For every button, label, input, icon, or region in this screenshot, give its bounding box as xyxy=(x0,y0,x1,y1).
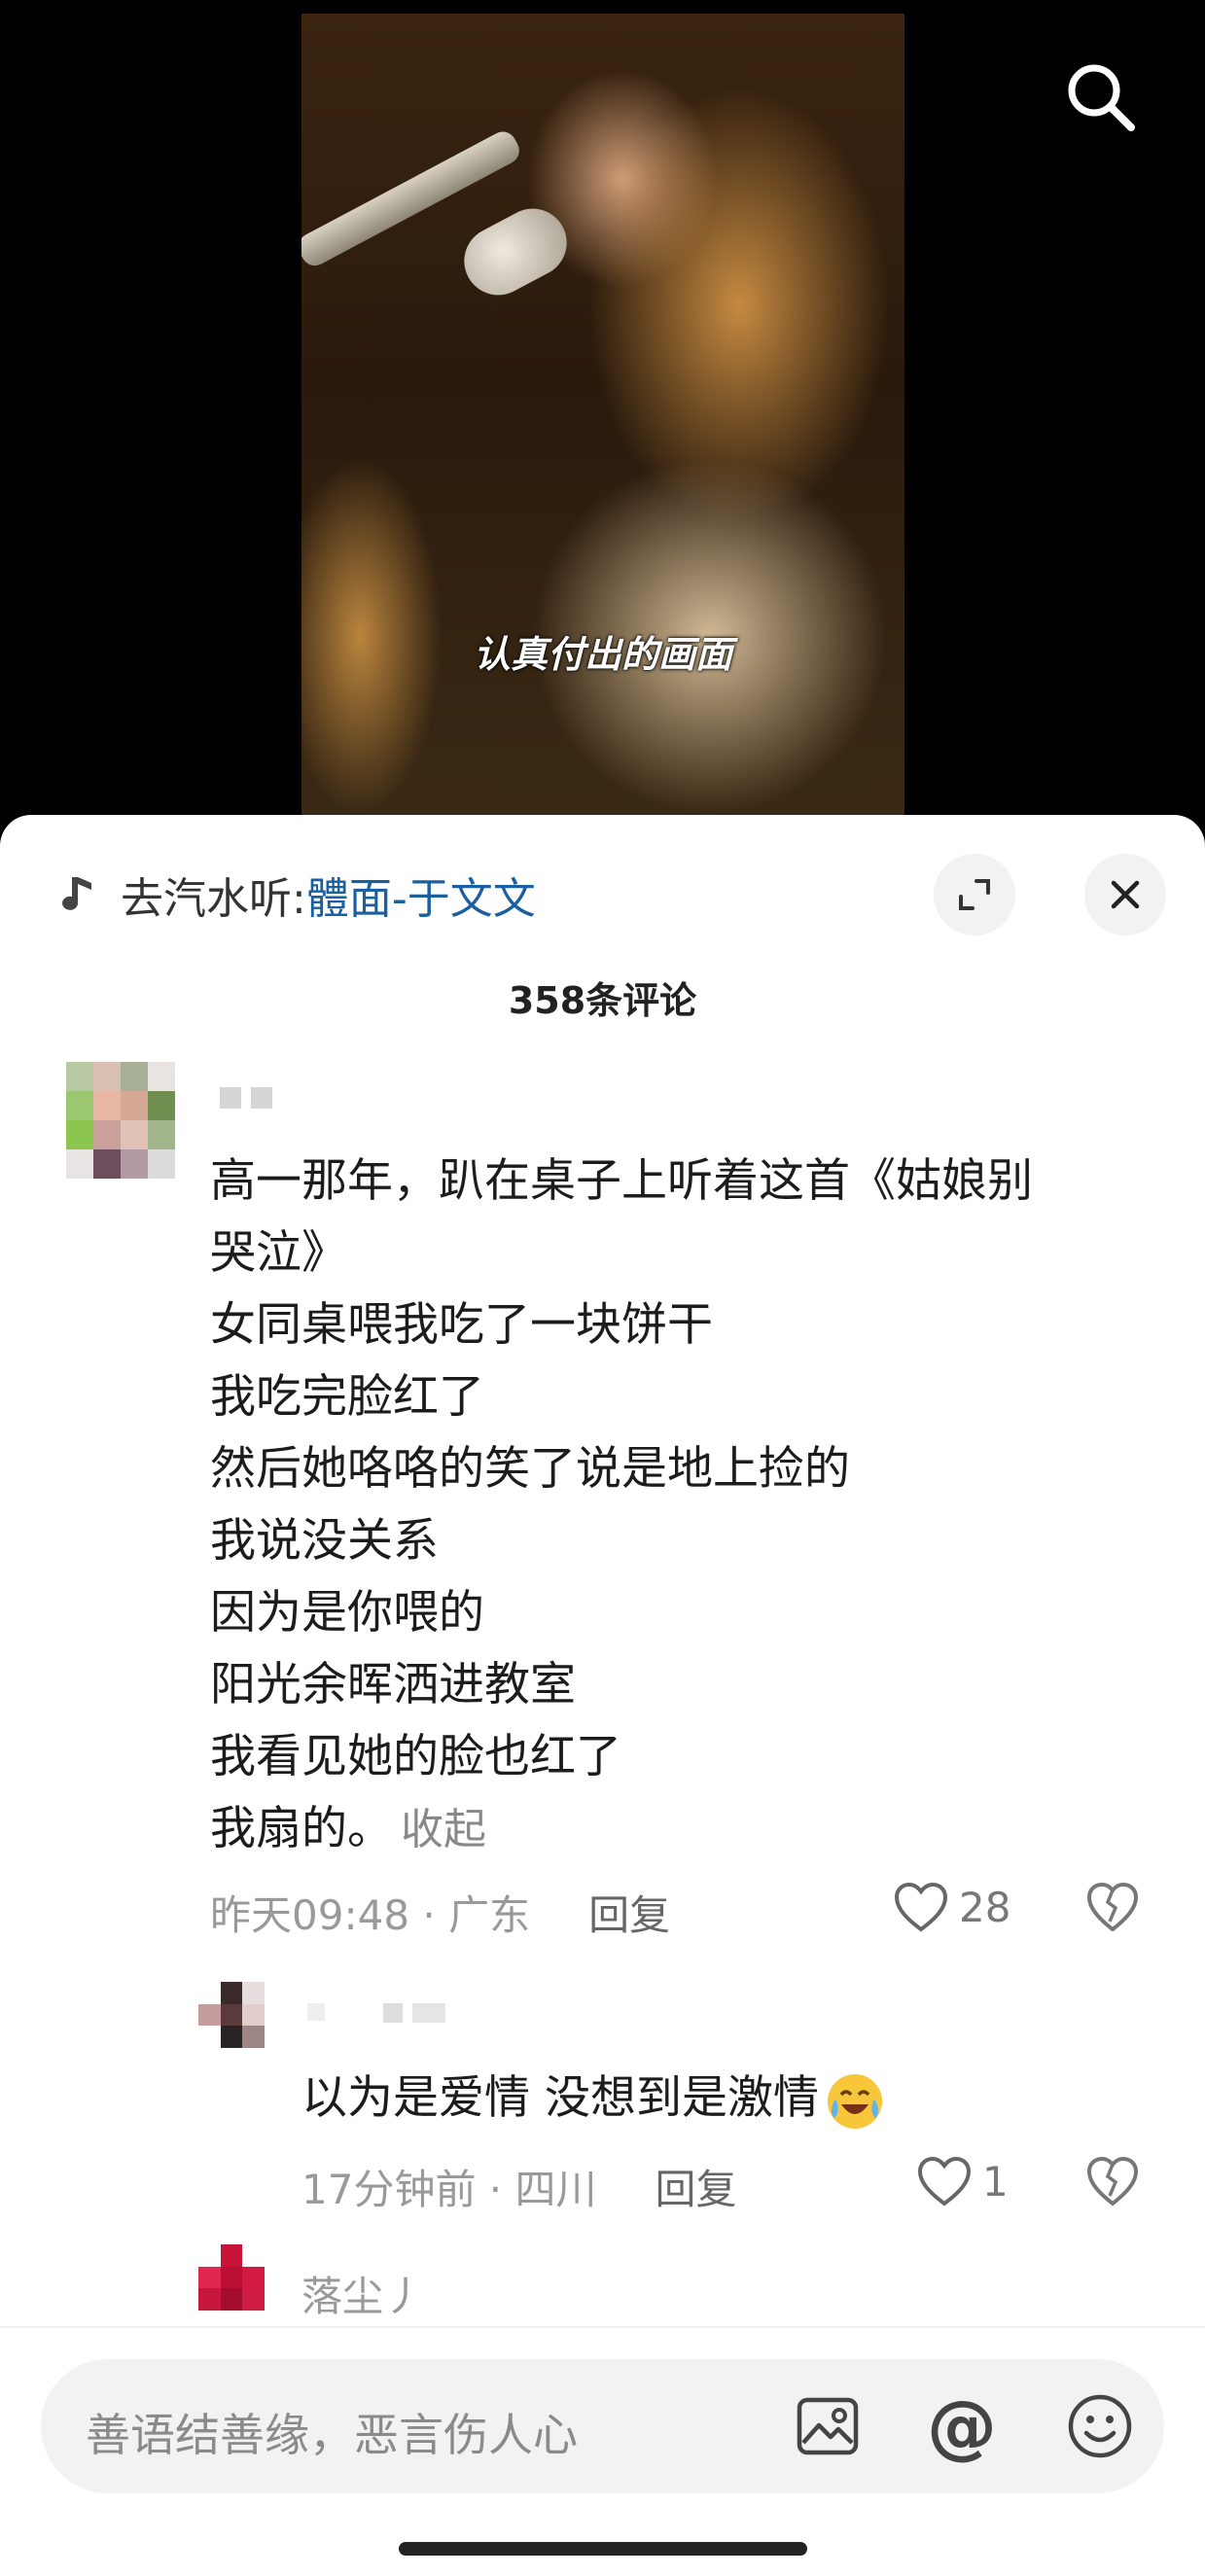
reply-button[interactable]: 回复 xyxy=(588,1883,670,1942)
comment-count-title: 358条评论 xyxy=(508,979,697,1022)
comment-time-location: 昨天09:48 · 广东 xyxy=(210,1891,531,1939)
reply-avatar[interactable] xyxy=(198,1982,265,2048)
image-button[interactable] xyxy=(790,2388,866,2464)
reply-meta: 17分钟前 · 四川 回复 xyxy=(301,2157,737,2216)
heart-icon xyxy=(894,1882,948,1932)
input-placeholder: 善语结善缘，恶言伤人心 xyxy=(86,2409,578,2461)
avatar[interactable] xyxy=(66,1062,175,1179)
dislike-button[interactable] xyxy=(1085,1881,1140,1937)
crying-laughing-emoji-icon xyxy=(827,2073,882,2129)
image-icon xyxy=(797,2397,859,2455)
music-link-row[interactable]: 去汽水听: 體面-于文文 xyxy=(58,865,536,924)
expand-button[interactable] xyxy=(934,854,1015,935)
microphone xyxy=(452,196,579,307)
masked-username[interactable] xyxy=(220,1087,272,1109)
comment-input[interactable]: 善语结善缘，恶言伤人心 @ xyxy=(41,2359,1164,2493)
like-count: 28 xyxy=(959,1883,1011,1931)
reply-body: 以为是爱情 没想到是激情 xyxy=(301,2071,819,2125)
reply-button[interactable]: 回复 xyxy=(656,2157,737,2216)
dislike-button[interactable] xyxy=(1085,2155,1140,2211)
music-note-icon xyxy=(62,877,91,910)
heart-icon xyxy=(917,2156,972,2206)
song-link[interactable]: 體面-于文文 xyxy=(306,864,536,926)
masked-username[interactable] xyxy=(307,2003,445,2023)
search-button[interactable] xyxy=(1060,56,1142,138)
reply-author-name[interactable]: 落尘丿 xyxy=(301,2264,424,2323)
close-button[interactable] xyxy=(1084,854,1166,935)
video-player[interactable]: 认真付出的画面 xyxy=(0,0,1205,836)
close-icon xyxy=(1111,880,1140,909)
expand-icon xyxy=(959,879,990,910)
emoji-button[interactable] xyxy=(1062,2388,1138,2464)
music-prefix: 去汽水听: xyxy=(121,874,306,924)
broken-heart-icon xyxy=(1086,2156,1139,2206)
like-button[interactable]: 1 xyxy=(916,2155,1009,2207)
comment-body: 高一那年，趴在桌子上听着这首《姑娘别 哭泣》 女同桌喂我吃了一块饼干 我吃完脸红… xyxy=(210,1154,1033,1855)
comment-text: 高一那年，趴在桌子上听着这首《姑娘别 哭泣》 女同桌喂我吃了一块饼干 我吃完脸红… xyxy=(210,1146,1144,1866)
reply-avatar[interactable] xyxy=(198,2244,265,2311)
broken-heart-icon xyxy=(1086,1882,1139,1932)
search-icon xyxy=(1068,64,1135,131)
comment-sheet: 去汽水听: 體面-于文文 358条评论 高一那年，趴在桌子上听着这首《姑娘别 哭… xyxy=(0,815,1205,2576)
comment-meta: 昨天09:48 · 广东 回复 xyxy=(210,1883,670,1942)
reply-comment-text: 以为是爱情 没想到是激情 xyxy=(301,2060,885,2132)
collapse-link[interactable]: 收起 xyxy=(401,1805,486,1854)
video-frame[interactable]: 认真付出的画面 xyxy=(301,14,904,836)
like-count: 1 xyxy=(982,2157,1009,2205)
comment-input-bar: 善语结善缘，恶言伤人心 @ xyxy=(0,2326,1205,2576)
like-button[interactable]: 28 xyxy=(893,1881,1010,1933)
at-icon: @ xyxy=(927,2385,997,2467)
smiley-icon xyxy=(1068,2394,1132,2458)
mention-button[interactable]: @ xyxy=(924,2385,1000,2467)
video-subtitle: 认真付出的画面 xyxy=(473,633,732,676)
home-indicator xyxy=(399,2542,807,2556)
reply-time-location: 17分钟前 · 四川 xyxy=(301,2166,597,2213)
